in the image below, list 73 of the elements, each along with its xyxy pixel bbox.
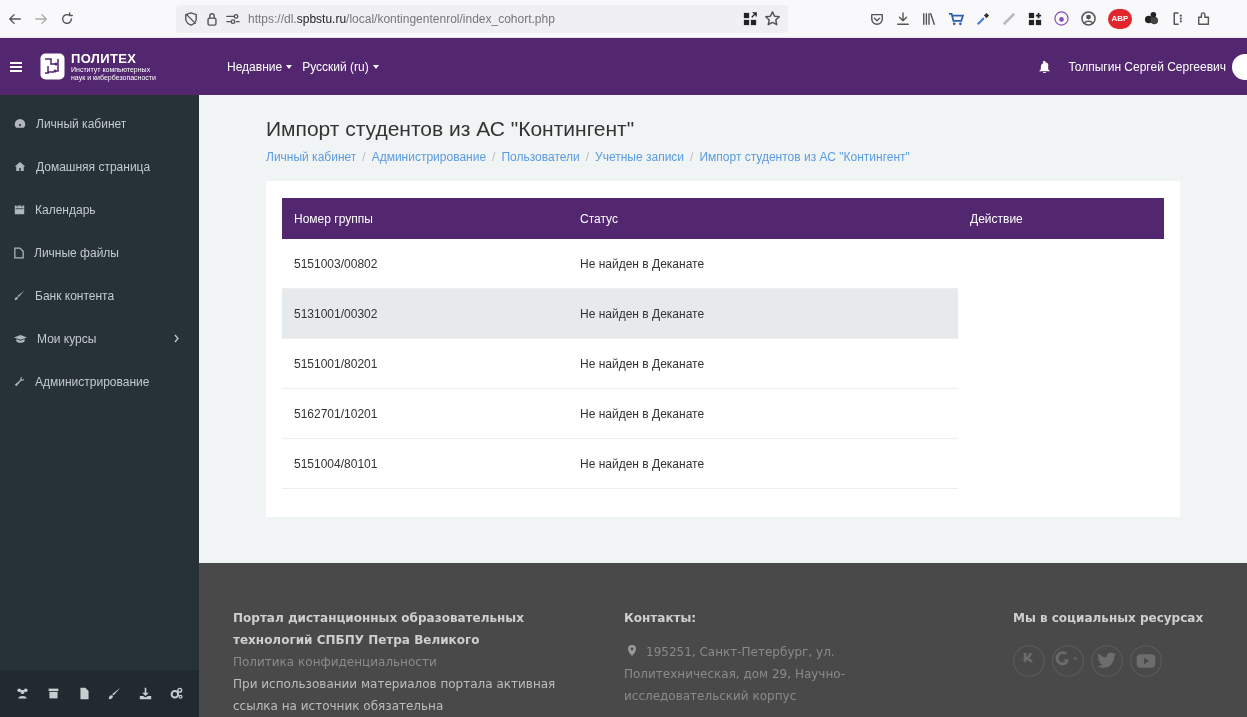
column-header: Статус — [579, 210, 619, 228]
table-cell-text: 5162701/10201 — [293, 405, 379, 423]
lock-icon — [206, 11, 218, 26]
breadcrumb-separator: / — [492, 149, 496, 166]
star-icon[interactable] — [765, 11, 780, 26]
caret-icon — [372, 64, 379, 69]
brush-icon[interactable] — [108, 687, 122, 700]
adblock-badge[interactable]: ABP — [1108, 8, 1132, 29]
footer-notice: При использовании материалов портала активная ссылка на источник обязательна — [233, 676, 557, 715]
bracket-dots-icon[interactable] — [1171, 11, 1185, 26]
sliders-icon — [226, 12, 240, 25]
sidebar-item[interactable]: Личный кабинет — [0, 101, 199, 146]
breadcrumb-separator: / — [690, 149, 694, 166]
spheres-icon[interactable] — [1144, 11, 1159, 26]
eyedropper-icon[interactable] — [976, 11, 990, 26]
brush-icon — [14, 290, 25, 301]
url-text: https://dl.spbstu.ru/local/kontingentenrol/index_cohort.php — [248, 10, 555, 28]
calendar-icon — [14, 204, 25, 215]
address-text: 195251, Санкт-Петербург, ул. Политехническая, дом 29, Научно-исследовательский корпус — [624, 644, 846, 705]
download-icon[interactable] — [896, 11, 910, 26]
sidebar-item[interactable]: Календарь — [0, 187, 199, 232]
gears-icon[interactable] — [170, 687, 183, 700]
table-cell-text: Не найден в Деканате — [579, 255, 706, 273]
breadcrumb-separator: / — [362, 149, 366, 166]
contacts-heading: Контакты: — [624, 610, 698, 627]
menu-icon[interactable] — [10, 61, 22, 72]
avatar[interactable] — [1232, 53, 1247, 80]
bell-icon[interactable] — [1039, 60, 1051, 73]
table-cell-text: Не найден в Деканате — [579, 405, 706, 423]
wrench-icon — [14, 376, 25, 387]
library-icon[interactable] — [922, 11, 936, 26]
qr-grid-icon[interactable] — [743, 11, 757, 26]
puzzle-icon[interactable] — [1197, 11, 1211, 26]
address-bar[interactable]: https://dl.spbstu.ru/local/kontingentenrol/index_cohort.php — [176, 4, 788, 33]
table-cell-text: Не найден в Деканате — [579, 305, 706, 323]
file-icon[interactable] — [77, 687, 91, 700]
column-header: Номер группы — [293, 210, 374, 228]
table-cell-text: Не найден в Деканате — [579, 355, 706, 373]
back-arrow-icon[interactable] — [8, 11, 22, 26]
nav-dropdown[interactable]: Недавние — [227, 57, 293, 76]
user-name[interactable]: Толпыгин Сергей Сергеевич — [1068, 57, 1226, 76]
table-cell-text: Не найден в Деканате — [579, 455, 706, 473]
file-icon — [14, 246, 24, 259]
logo-title: ПОЛИТЕХ — [71, 51, 138, 65]
pocket-icon[interactable] — [870, 11, 884, 26]
grid-plus-icon[interactable] — [1028, 11, 1042, 26]
reload-icon[interactable] — [60, 11, 74, 26]
cart-icon[interactable] — [948, 11, 964, 26]
table-cell-text: 5151003/00802 — [293, 255, 379, 273]
circuit-logo-icon — [40, 53, 65, 80]
table-cell-text: 5151001/80201 — [293, 355, 379, 373]
table-cell-text: 5151004/80101 — [293, 455, 379, 473]
sidebar-item[interactable]: Личные файлы — [0, 230, 199, 275]
sidebar-item[interactable]: Домашняя страница — [0, 144, 199, 189]
archive-box-icon[interactable] — [46, 687, 60, 700]
sidebar-item[interactable]: Администрирование — [0, 359, 199, 404]
table-cell-text: 5131001/00302 — [293, 305, 379, 323]
column-header: Действие — [969, 210, 1024, 228]
sidebar-item[interactable]: Мои курсы — [0, 316, 199, 361]
footer-heading: Портал дистанционных образовательных технологий СПБПУ Петра Великого — [233, 610, 525, 649]
breadcrumb-separator: / — [585, 149, 590, 166]
table-row[interactable]: 5131001/00302 Не найден в Деканате — [282, 289, 958, 339]
house-icon — [14, 161, 26, 172]
nav-dropdown[interactable]: Русский (ru) — [302, 57, 379, 76]
page-title: Импорт студентов из АС "Контингент" — [266, 116, 636, 142]
caret-icon — [286, 64, 293, 69]
social-heading: Мы в социальных ресурсах — [1013, 610, 1204, 627]
graduation-cap-icon — [14, 333, 27, 344]
shield-icon — [184, 11, 198, 26]
account-icon[interactable] — [1081, 11, 1096, 26]
download-tray-icon[interactable] — [139, 687, 153, 700]
sidebar-item[interactable]: Банк контента — [0, 273, 199, 318]
location-pin-icon — [628, 645, 636, 656]
